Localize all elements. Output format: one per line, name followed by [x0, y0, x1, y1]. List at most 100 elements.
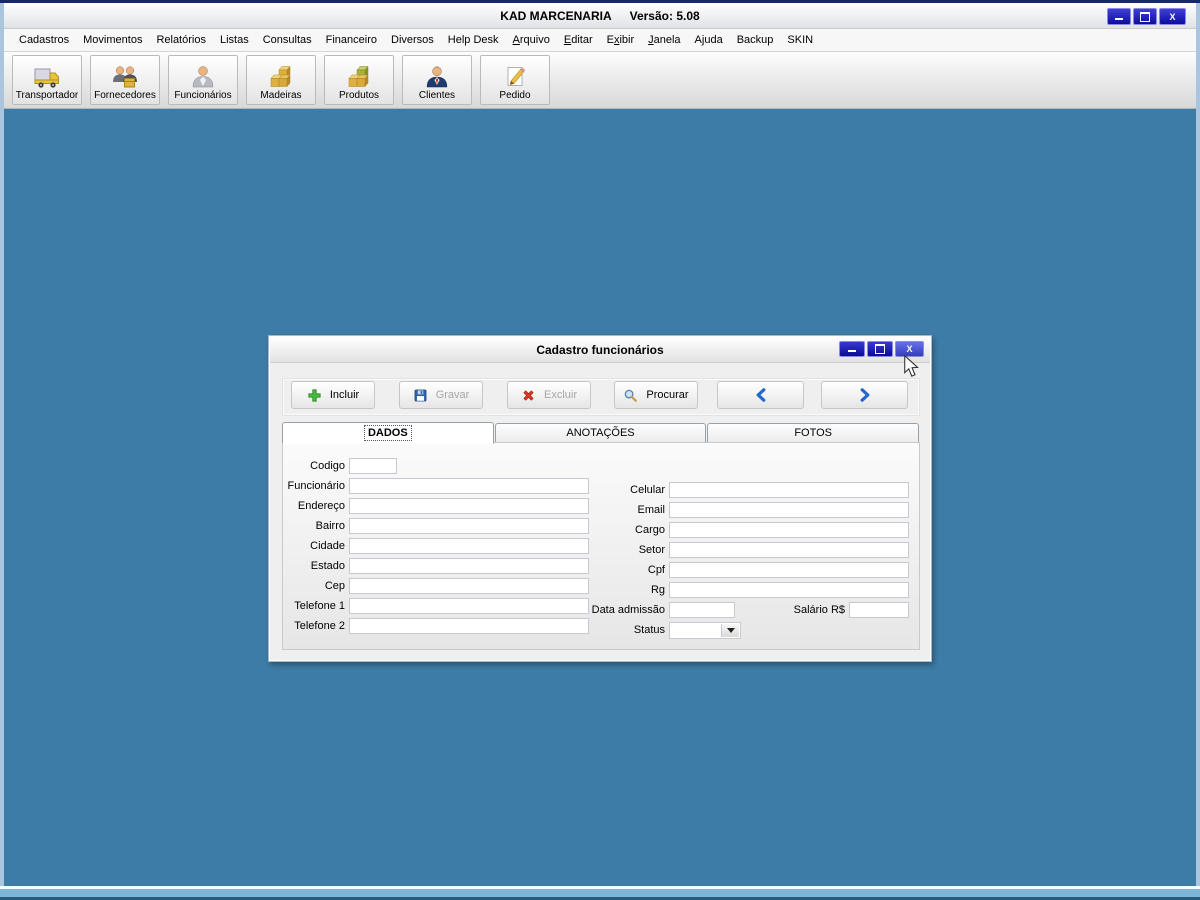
toolbar-madeiras-button[interactable]: Madeiras [246, 55, 316, 105]
toolbar-funcionarios-button[interactable]: Funcionários [168, 55, 238, 105]
minimize-button[interactable] [1107, 8, 1131, 25]
app-version: Versão: 5.08 [629, 8, 700, 23]
incluir-button[interactable]: Incluir [291, 381, 375, 409]
toolbar-pedido-button[interactable]: Pedido [480, 55, 550, 105]
gravar-label: Gravar [435, 389, 470, 401]
endereco-input[interactable] [349, 498, 589, 514]
mouse-cursor [904, 355, 919, 377]
application-window: { "app": { "title": "KAD MARCENARIA", "v… [0, 0, 1200, 900]
telefone2-input[interactable] [349, 618, 589, 634]
toolbar-label: Fornecedores [94, 90, 156, 101]
rg-label: Rg [650, 584, 665, 596]
menu-backup[interactable]: Backup [730, 29, 781, 51]
menu-ajuda[interactable]: Ajuda [688, 29, 730, 51]
next-record-button[interactable] [821, 381, 908, 409]
dialog-titlebar[interactable]: Cadastro funcionários [270, 337, 930, 363]
mdi-workspace: Cadastro funcionários X Incluir Gravar E… [4, 109, 1196, 889]
plus-icon [308, 388, 321, 402]
toolbar-label: Funcionários [174, 90, 232, 101]
menu-cadastros[interactable]: Cadastros [12, 29, 76, 51]
floppy-icon [414, 389, 427, 401]
menu-listas[interactable]: Listas [213, 29, 256, 51]
maximize-button[interactable] [1133, 8, 1157, 25]
window-frame-bottom [0, 889, 1200, 897]
toolbar-clientes-button[interactable]: Clientes [402, 55, 472, 105]
funcionario-input[interactable] [349, 478, 589, 494]
toolbar-label: Clientes [418, 90, 456, 101]
window-frame-left [0, 3, 4, 886]
menu-financeiro[interactable]: Financeiro [319, 29, 384, 51]
status-dropdown-button[interactable] [721, 624, 739, 637]
suppliers-icon [113, 66, 137, 88]
employee-icon [192, 66, 214, 88]
truck-icon [34, 68, 59, 88]
excluir-button[interactable]: Excluir [507, 381, 591, 409]
status-combobox[interactable] [669, 622, 741, 639]
client-person-icon [426, 66, 448, 88]
cidade-input[interactable] [349, 538, 589, 554]
close-button[interactable]: X [1159, 8, 1186, 25]
maximize-icon [1140, 11, 1150, 22]
estado-input[interactable] [349, 558, 589, 574]
dialog-title: Cadastro funcionários [536, 342, 664, 357]
funcionario-label: Funcionário [287, 480, 345, 492]
cidade-label: Cidade [310, 540, 345, 552]
excluir-label: Excluir [543, 389, 577, 401]
telefone1-input[interactable] [349, 598, 589, 614]
gravar-button[interactable]: Gravar [399, 381, 483, 409]
cpf-label: Cpf [647, 564, 665, 576]
minimize-icon [1115, 18, 1123, 20]
cpf-input[interactable] [669, 562, 909, 578]
toolbar-label: Transportador [15, 90, 79, 101]
codigo-input[interactable] [349, 458, 397, 474]
previous-record-button[interactable] [717, 381, 804, 409]
chevron-left-icon [756, 388, 765, 402]
menu-diversos[interactable]: Diversos [384, 29, 441, 51]
celular-label: Celular [630, 484, 665, 496]
main-titlebar: KAD MARCENARIA Versão: 5.08 X [4, 3, 1196, 29]
email-input[interactable] [669, 502, 909, 518]
menu-exibir[interactable]: Exibir [600, 29, 642, 51]
tab-dados[interactable]: DADOS [282, 422, 494, 444]
status-label: Status [633, 624, 665, 636]
menu-bar: Cadastros Movimentos Relatórios Listas C… [4, 29, 1196, 52]
tab-anotacoes[interactable]: ANOTAÇÕES [494, 423, 707, 443]
products-boxes-icon [348, 65, 369, 88]
chevron-right-icon [860, 388, 869, 402]
cargo-label: Cargo [635, 524, 665, 536]
chevron-down-icon [726, 628, 735, 633]
setor-label: Setor [638, 544, 665, 556]
menu-relatorios[interactable]: Relatórios [149, 29, 213, 51]
dialog-minimize-button[interactable] [839, 341, 865, 357]
toolbar-fornecedores-button[interactable]: Fornecedores [90, 55, 160, 105]
menu-movimentos[interactable]: Movimentos [76, 29, 149, 51]
bairro-input[interactable] [349, 518, 589, 534]
dialog-maximize-button[interactable] [867, 341, 893, 357]
celular-input[interactable] [669, 482, 909, 498]
cargo-input[interactable] [669, 522, 909, 538]
telefone1-label: Telefone 1 [294, 600, 345, 612]
tab-fotos[interactable]: FOTOS [707, 423, 920, 443]
procurar-label: Procurar [646, 389, 689, 401]
close-icon: X [1169, 11, 1176, 22]
endereco-label: Endereço [297, 500, 345, 512]
menu-consultas[interactable]: Consultas [256, 29, 319, 51]
salario-input[interactable] [849, 602, 909, 618]
procurar-button[interactable]: Procurar [614, 381, 698, 409]
window-frame-top [0, 0, 1200, 3]
toolbar-produtos-button[interactable]: Produtos [324, 55, 394, 105]
menu-skin[interactable]: SKIN [780, 29, 820, 51]
menu-helpdesk[interactable]: Help Desk [441, 29, 506, 51]
setor-input[interactable] [669, 542, 909, 558]
data-admissao-input[interactable] [669, 602, 735, 618]
menu-arquivo[interactable]: Arquivo [506, 29, 557, 51]
toolbar-transportador-button[interactable]: Transportador [12, 55, 82, 105]
main-toolbar: Transportador Fornecedores Funcionários [4, 52, 1196, 109]
cadastro-funcionarios-dialog: Cadastro funcionários X Incluir Gravar E… [268, 335, 932, 662]
menu-janela[interactable]: Janela [641, 29, 687, 51]
cep-input[interactable] [349, 578, 589, 594]
menu-editar[interactable]: Editar [557, 29, 600, 51]
rg-input[interactable] [669, 582, 909, 598]
dialog-tabs: DADOS ANOTAÇÕES FOTOS [282, 422, 920, 444]
maximize-icon [875, 344, 885, 354]
